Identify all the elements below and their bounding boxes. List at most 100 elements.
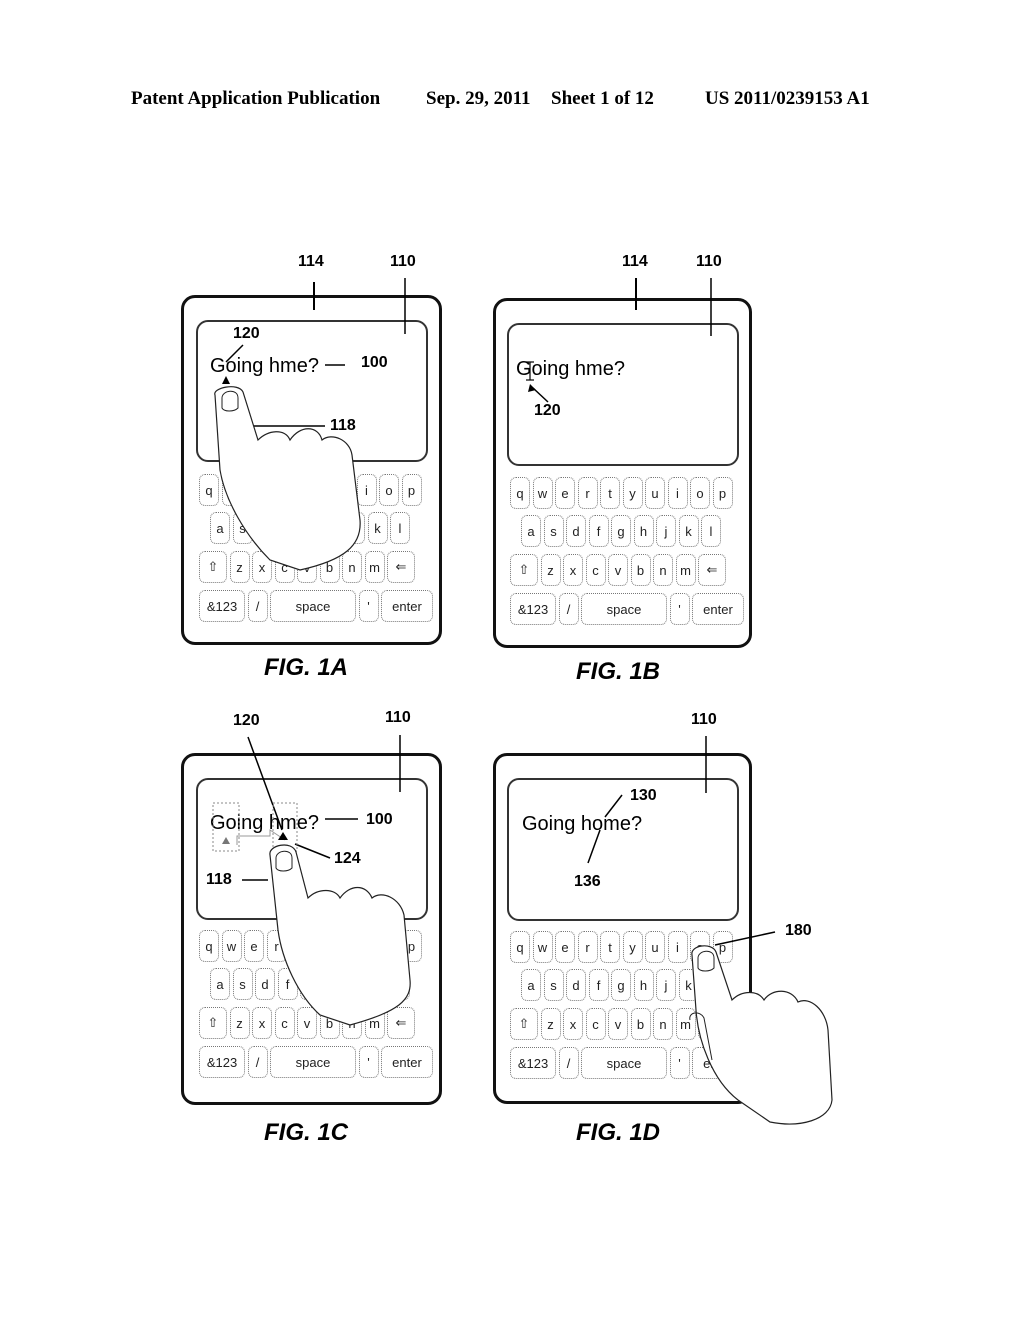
key-y[interactable]: y xyxy=(622,477,643,509)
key-apostrophe[interactable]: ' xyxy=(669,593,690,625)
key-g[interactable]: g xyxy=(300,512,320,544)
key-s[interactable]: s xyxy=(232,512,253,544)
key-j[interactable]: j xyxy=(345,968,365,1000)
key-v[interactable]: v xyxy=(608,554,628,586)
key-w[interactable]: w xyxy=(532,931,553,963)
key-p[interactable]: p xyxy=(712,931,733,963)
key-o[interactable]: o xyxy=(379,474,399,506)
key-h[interactable]: h xyxy=(322,968,343,1000)
key-shift[interactable]: ⇧ xyxy=(510,1008,538,1040)
key-p[interactable]: p xyxy=(401,474,422,506)
key-l[interactable]: l xyxy=(390,512,410,544)
key-z[interactable]: z xyxy=(540,1008,561,1040)
key-u[interactable]: u xyxy=(334,474,354,506)
key-numbers[interactable]: &123 xyxy=(199,590,245,622)
key-r[interactable]: r xyxy=(266,474,287,506)
key-q[interactable]: q xyxy=(199,930,219,962)
key-enter[interactable]: enter xyxy=(692,593,744,625)
key-g[interactable]: g xyxy=(611,515,631,547)
key-m[interactable]: m xyxy=(364,1007,385,1039)
key-c[interactable]: c xyxy=(274,551,295,583)
key-shift[interactable]: ⇧ xyxy=(199,1007,227,1039)
key-f[interactable]: f xyxy=(588,515,609,547)
key-t[interactable]: t xyxy=(289,474,309,506)
key-numbers[interactable]: &123 xyxy=(510,593,556,625)
key-d[interactable]: d xyxy=(566,515,586,547)
key-i[interactable]: i xyxy=(667,477,688,509)
key-f[interactable]: f xyxy=(588,969,609,1001)
key-l[interactable]: l xyxy=(390,968,410,1000)
key-k[interactable]: k xyxy=(367,968,388,1000)
key-r[interactable]: r xyxy=(577,931,598,963)
key-apostrophe[interactable]: ' xyxy=(669,1047,690,1079)
key-slash[interactable]: / xyxy=(247,590,268,622)
key-enter[interactable]: enter xyxy=(692,1047,744,1079)
key-enter[interactable]: enter xyxy=(381,1046,433,1078)
key-space[interactable]: space xyxy=(581,593,667,625)
key-numbers[interactable]: &123 xyxy=(199,1046,245,1078)
key-s[interactable]: s xyxy=(232,968,253,1000)
key-y[interactable]: y xyxy=(311,474,332,506)
key-d[interactable]: d xyxy=(255,512,275,544)
key-j[interactable]: j xyxy=(656,515,676,547)
key-shift[interactable]: ⇧ xyxy=(510,554,538,586)
key-h[interactable]: h xyxy=(322,512,343,544)
key-t[interactable]: t xyxy=(289,930,309,962)
key-shift[interactable]: ⇧ xyxy=(199,551,227,583)
key-m[interactable]: m xyxy=(364,551,385,583)
key-c[interactable]: c xyxy=(274,1007,295,1039)
key-v[interactable]: v xyxy=(297,1007,317,1039)
key-y[interactable]: y xyxy=(622,931,643,963)
key-x[interactable]: x xyxy=(563,554,583,586)
key-i[interactable]: i xyxy=(356,930,377,962)
key-s[interactable]: s xyxy=(543,515,564,547)
key-a[interactable]: a xyxy=(210,512,230,544)
key-b[interactable]: b xyxy=(319,551,340,583)
key-x[interactable]: x xyxy=(252,551,272,583)
key-r[interactable]: r xyxy=(266,930,287,962)
key-t[interactable]: t xyxy=(600,931,620,963)
key-k[interactable]: k xyxy=(678,969,699,1001)
key-o[interactable]: o xyxy=(690,931,710,963)
key-enter[interactable]: enter xyxy=(381,590,433,622)
key-t[interactable]: t xyxy=(600,477,620,509)
key-n[interactable]: n xyxy=(653,554,673,586)
key-m[interactable]: m xyxy=(675,1008,696,1040)
key-d[interactable]: d xyxy=(566,969,586,1001)
key-e[interactable]: e xyxy=(555,931,575,963)
key-h[interactable]: h xyxy=(633,969,654,1001)
key-y[interactable]: y xyxy=(311,930,332,962)
key-a[interactable]: a xyxy=(210,968,230,1000)
key-g[interactable]: g xyxy=(611,969,631,1001)
key-c[interactable]: c xyxy=(585,554,606,586)
key-z[interactable]: z xyxy=(540,554,561,586)
key-v[interactable]: v xyxy=(608,1008,628,1040)
key-backspace[interactable]: ⇐ xyxy=(698,1008,726,1040)
key-p[interactable]: p xyxy=(401,930,422,962)
key-o[interactable]: o xyxy=(379,930,399,962)
key-i[interactable]: i xyxy=(356,474,377,506)
key-l[interactable]: l xyxy=(701,515,721,547)
key-backspace[interactable]: ⇐ xyxy=(387,551,415,583)
key-a[interactable]: a xyxy=(521,515,541,547)
key-space[interactable]: space xyxy=(270,590,356,622)
key-b[interactable]: b xyxy=(630,554,651,586)
key-b[interactable]: b xyxy=(630,1008,651,1040)
key-w[interactable]: w xyxy=(221,930,242,962)
key-o[interactable]: o xyxy=(690,477,710,509)
key-a[interactable]: a xyxy=(521,969,541,1001)
key-apostrophe[interactable]: ' xyxy=(358,590,379,622)
key-q[interactable]: q xyxy=(510,931,530,963)
key-e[interactable]: e xyxy=(244,474,264,506)
key-b[interactable]: b xyxy=(319,1007,340,1039)
key-m[interactable]: m xyxy=(675,554,696,586)
key-x[interactable]: x xyxy=(563,1008,583,1040)
key-k[interactable]: k xyxy=(678,515,699,547)
key-k[interactable]: k xyxy=(367,512,388,544)
key-c[interactable]: c xyxy=(585,1008,606,1040)
key-x[interactable]: x xyxy=(252,1007,272,1039)
key-j[interactable]: j xyxy=(656,969,676,1001)
key-p[interactable]: p xyxy=(712,477,733,509)
key-z[interactable]: z xyxy=(229,551,250,583)
key-space[interactable]: space xyxy=(270,1046,356,1078)
